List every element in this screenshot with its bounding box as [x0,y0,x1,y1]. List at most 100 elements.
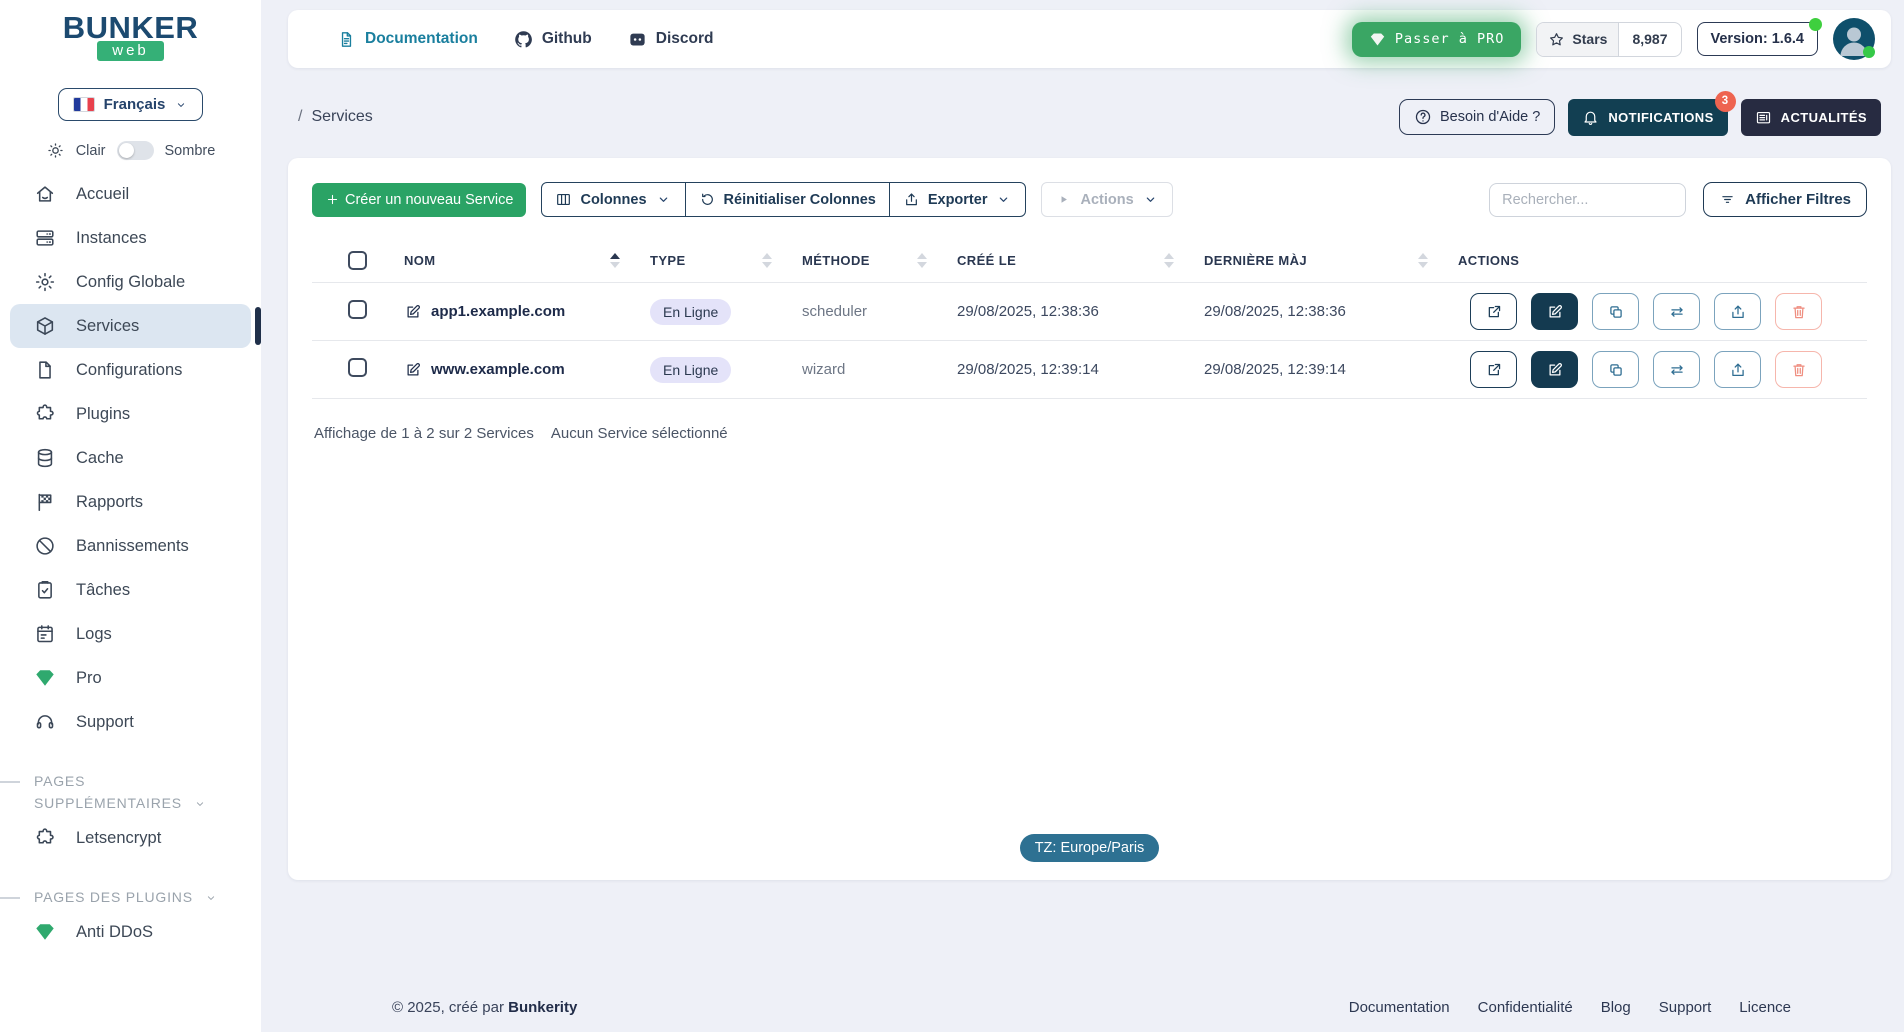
upload-button[interactable] [1714,293,1761,330]
trash-button[interactable] [1775,293,1822,330]
database-icon [34,447,56,469]
sidebar-item-taches[interactable]: Tâches [10,568,251,612]
sidebar-item-label: Tâches [76,581,130,600]
theme-switcher: Clair Sombre [0,141,261,160]
copy-button[interactable] [1592,293,1639,330]
edit-button[interactable] [1531,293,1578,330]
logo-web-badge: web [97,41,164,61]
columns-icon [555,191,572,208]
file-icon [34,359,56,381]
footer-link-confidentialite[interactable]: Confidentialité [1478,999,1573,1016]
swap-button[interactable] [1653,351,1700,388]
sidebar-item-cache[interactable]: Cache [10,436,251,480]
footer-link-licence[interactable]: Licence [1739,999,1791,1016]
help-label: Besoin d'Aide ? [1440,109,1540,125]
language-selector[interactable]: Français [58,88,204,121]
news-button[interactable]: ACTUALITÉS [1741,99,1881,136]
sidebar-item-support[interactable]: Support [10,700,251,744]
column-header-cree-le[interactable]: CRÉÉ LE [957,253,1204,268]
service-name[interactable]: www.example.com [404,361,650,379]
sidebar-item-services[interactable]: Services [10,304,251,348]
sun-icon [46,141,65,160]
chevron-down-icon [174,98,188,112]
sidebar-item-rapports[interactable]: Rapports [10,480,251,524]
upload-button[interactable] [1714,351,1761,388]
github-icon [514,30,533,49]
external-link-button[interactable] [1470,293,1517,330]
sidebar-item-instances[interactable]: Instances [10,216,251,260]
trash-button[interactable] [1775,351,1822,388]
search-input[interactable] [1489,183,1686,217]
sidebar-item-config-globale[interactable]: Config Globale [10,260,251,304]
row-checkbox[interactable] [348,358,367,377]
created-cell: 29/08/2025, 12:38:36 [957,303,1204,320]
top-link-discord[interactable]: Discord [628,30,714,49]
version-status-dot [1809,18,1822,31]
top-link-documentation[interactable]: Documentation [337,30,478,49]
footer-link-support[interactable]: Support [1659,999,1712,1016]
footer-link-blog[interactable]: Blog [1601,999,1631,1016]
sidebar-item-letsencrypt[interactable]: Letsencrypt [10,816,251,860]
github-stars-widget[interactable]: Stars 8,987 [1536,22,1681,57]
select-all-checkbox[interactable] [348,251,367,270]
notifications-button[interactable]: NOTIFICATIONS 3 [1568,99,1727,136]
sidebar-item-bannissements[interactable]: Bannissements [10,524,251,568]
actions-label: Actions [1080,192,1133,208]
column-header-nom[interactable]: NOM [404,253,650,268]
star-icon [1548,31,1565,48]
sidebar-item-logs[interactable]: Logs [10,612,251,656]
copy-button[interactable] [1592,351,1639,388]
brand-name: Bunkerity [508,999,577,1016]
sort-icon[interactable] [917,253,927,268]
columns-button[interactable]: Colonnes [541,182,685,217]
create-service-label: Créer un nouveau Service [345,192,513,208]
sidebar: BUNKER web Français Clair Sombre Accueil… [0,0,261,1032]
method-cell: scheduler [802,303,957,320]
row-checkbox[interactable] [348,300,367,319]
footer-link-documentation[interactable]: Documentation [1349,999,1450,1016]
sidebar-sections: PAGES SUPPLÉMENTAIRES Letsencrypt PAGES D… [0,770,261,954]
sidebar-item-configurations[interactable]: Configurations [10,348,251,392]
column-label: CRÉÉ LE [957,253,1016,268]
column-header-type[interactable]: TYPE [650,253,802,268]
export-button[interactable]: Exporter [889,182,1027,217]
online-status-dot [1863,46,1875,58]
sidebar-item-accueil[interactable]: Accueil [10,172,251,216]
actions-button[interactable]: Actions [1041,182,1172,217]
sidebar-item-pro[interactable]: Pro [10,656,251,700]
column-header-methode[interactable]: MÉTHODE [802,253,957,268]
column-header-derniere-maj[interactable]: DERNIÈRE MÀJ [1204,253,1458,268]
upgrade-pro-button[interactable]: Passer à PRO [1352,22,1522,57]
sort-icon[interactable] [1164,253,1174,268]
edit-icon [404,361,422,379]
sidebar-item-label: Instances [76,229,147,248]
create-service-button[interactable]: Créer un nouveau Service [312,183,526,217]
edit-button[interactable] [1531,351,1578,388]
column-label: ACTIONS [1458,253,1519,268]
sidebar-item-anti-ddos[interactable]: Anti DDoS [10,910,251,954]
swap-button[interactable] [1653,293,1700,330]
sidebar-section-pages-supplementaires[interactable]: PAGES SUPPLÉMENTAIRES [10,770,225,814]
sort-icon[interactable] [762,253,772,268]
updated-cell: 29/08/2025, 12:39:14 [1204,361,1458,378]
help-button[interactable]: Besoin d'Aide ? [1399,99,1555,135]
external-link-button[interactable] [1470,351,1517,388]
show-filters-button[interactable]: Afficher Filtres [1703,182,1867,217]
top-link-github[interactable]: Github [514,30,592,49]
theme-toggle[interactable] [117,141,154,160]
user-avatar[interactable] [1833,18,1875,60]
gear-icon [34,271,56,293]
stars-label: Stars [1572,31,1607,47]
trash-icon [1790,303,1808,321]
sort-icon[interactable] [1418,253,1428,268]
sort-icon[interactable] [610,253,620,268]
bunkerweb-logo: BUNKER web [0,12,261,61]
table-header: NOMTYPEMÉTHODECRÉÉ LE DERNIÈRE MÀJACTIONS [312,241,1867,283]
copyright-text: © 2025, créé par Bunkerity [392,999,577,1016]
sidebar-section-pages-des-plugins[interactable]: PAGES DES PLUGINS [10,886,225,908]
service-name[interactable]: app1.example.com [404,303,650,321]
reset-columns-button[interactable]: Réinitialiser Colonnes [685,182,890,217]
sidebar-item-plugins[interactable]: Plugins [10,392,251,436]
header-actions: Besoin d'Aide ? NOTIFICATIONS 3 ACTUALIT… [1399,99,1881,136]
sidebar-item-label: Logs [76,625,112,644]
